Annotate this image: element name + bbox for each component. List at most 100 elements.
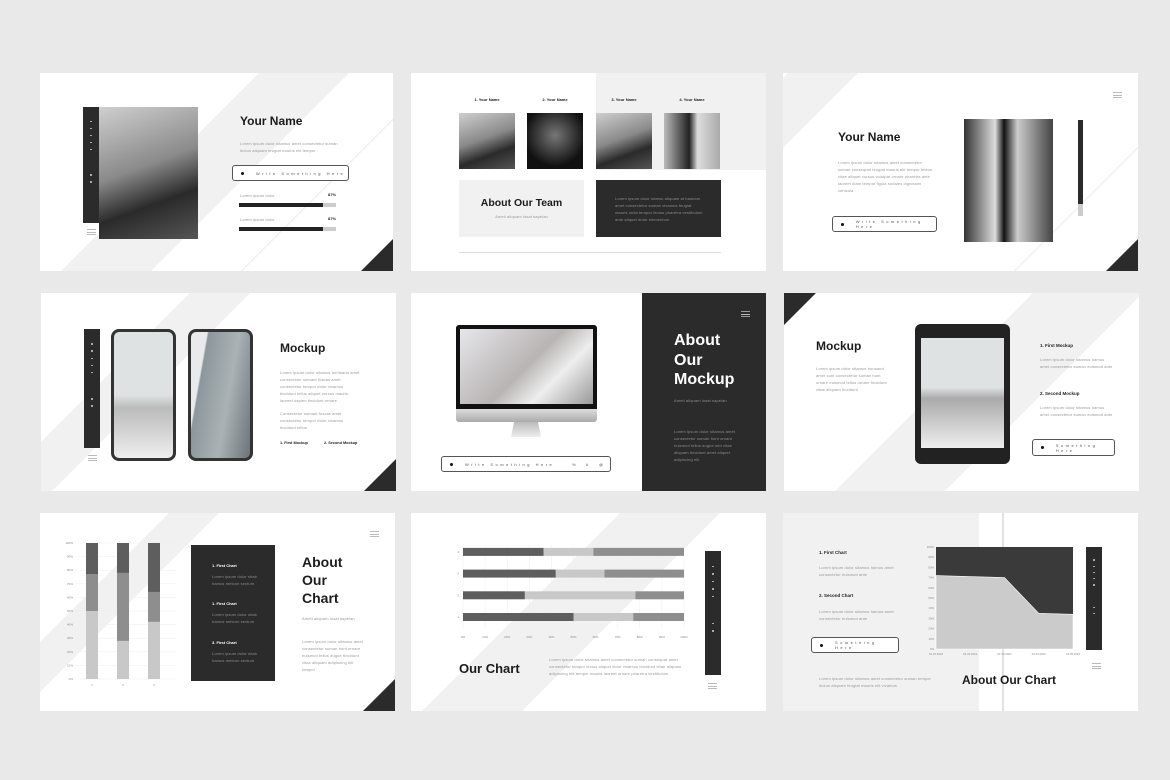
menu-icon[interactable]: [1092, 663, 1101, 669]
vertical-label-bar: [1086, 547, 1102, 650]
x-tick-label: 50%: [570, 635, 576, 639]
y-tick-label: 4: [457, 550, 459, 554]
member-photo: [527, 113, 583, 169]
body-text: Lorem ipsum dolor sitamus hamus amet con…: [819, 609, 894, 621]
y-tick-label: 70%: [67, 582, 73, 586]
y-tick-label: 60%: [928, 586, 934, 590]
menu-icon[interactable]: [87, 229, 96, 235]
write-something-button[interactable]: Write Something Here % # @: [441, 456, 611, 472]
slide-about-our-chart-2[interactable]: 1. First Chart Lorem ipsum dolor sitamus…: [783, 513, 1138, 711]
phone-mockup: [188, 329, 253, 461]
y-tick-label: 0%: [69, 677, 74, 681]
mockup-title: 1. First Mockup: [1040, 343, 1074, 348]
at-icon[interactable]: @: [599, 462, 603, 467]
slide-your-name-2[interactable]: Your Name Lorem ipsum dolor sitamus amet…: [783, 73, 1138, 271]
y-tick-label: 80%: [928, 565, 934, 569]
x-tick-label: 01.05.2022: [1066, 652, 1080, 656]
x-tick-label: 01.02.2022: [963, 652, 977, 656]
bar-segment: [463, 569, 556, 578]
mockup-label: 2. Second Mockup: [324, 441, 358, 445]
chart-item-title: 3. First Chart: [212, 640, 237, 645]
chart-item-title: 1. First Chart: [212, 601, 237, 606]
corner-triangle: [784, 293, 816, 325]
y-tick-label: 100%: [927, 545, 935, 549]
slide-about-our-chart-1[interactable]: 0% 10% 20% 30% 40% 50% 60% 70% 80% 90% 100% 1 2 3 1. …: [40, 513, 395, 711]
y-tick-label: 90%: [928, 555, 934, 559]
menu-icon[interactable]: [88, 455, 97, 461]
bar-segment: [148, 591, 160, 622]
title-line: About: [674, 332, 721, 349]
bar-segment: [86, 543, 98, 575]
body-text: Lorem ipsum dolor sitamu aliquam at hasn…: [615, 196, 703, 222]
x-tick-label: 10%: [482, 635, 488, 639]
slide-title: Our Chart: [459, 661, 520, 676]
portrait-photo: [964, 119, 1053, 242]
x-tick-label: 80%: [637, 635, 643, 639]
write-something-button[interactable]: Write Something Here: [232, 165, 349, 181]
slide-our-chart[interactable]: 0% 10% 20% 30% 40% 50% 60% 70% 80% 90% 100% 1 2 3 4 Ou…: [411, 513, 766, 711]
y-tick-label: 80%: [67, 568, 73, 572]
bar-segment: [117, 572, 129, 641]
slide-title: About Our Team: [480, 197, 563, 209]
bar-segment: [604, 569, 684, 578]
slide-tablet-mockup[interactable]: Mockup Lorem ipsum dolor sitamus hunsand…: [784, 293, 1139, 491]
y-tick-label: 0%: [930, 647, 935, 651]
bar-segment: [86, 611, 98, 679]
slide-about-our-team[interactable]: 1. Your Name 2. Your Name 3. Your Name 4…: [411, 73, 766, 271]
x-tick-label: 1: [91, 683, 93, 687]
slide-phone-mockup[interactable]: Mockup Lorem ipsum dolor sitamus huntsan…: [41, 293, 396, 491]
y-tick-label: 50%: [67, 609, 73, 613]
menu-icon[interactable]: [708, 683, 717, 689]
body-text: Lorem ipsum dolor sitamus hamus amet con…: [1040, 405, 1113, 417]
bar-segment: [633, 613, 684, 621]
bar-segment: [573, 613, 634, 621]
bar-segment: [463, 547, 544, 556]
phone-mockup: [111, 329, 176, 461]
button-label: Something Here: [1055, 442, 1098, 453]
y-tick-label: 10%: [928, 637, 934, 641]
y-tick-label: 10%: [67, 663, 73, 667]
menu-icon[interactable]: [370, 531, 379, 537]
y-tick-label: 70%: [928, 576, 934, 580]
slide-your-name-1[interactable]: Your Name Lorem ipsum dolor sitamus amet…: [40, 73, 393, 271]
x-tick-label: 40%: [548, 635, 554, 639]
write-something-button[interactable]: Write Something Here: [832, 216, 937, 232]
title-line: Our: [674, 351, 703, 369]
body-text: Lorem ipsum dolor sitamus amet consectet…: [819, 676, 931, 688]
title-line: About: [302, 554, 343, 570]
y-tick-label: 60%: [67, 595, 73, 599]
mockup-title: 2. Second Mockup: [1040, 391, 1080, 396]
hash-icon[interactable]: #: [586, 462, 588, 467]
slide-title: Your Name: [838, 130, 901, 144]
button-label: Write Something Here: [465, 461, 555, 467]
title-line: Our: [302, 572, 327, 588]
menu-icon[interactable]: [1113, 92, 1122, 98]
subtitle: Ameti aliquam losat sapelan: [674, 398, 727, 403]
slide-title: About Our Chart: [962, 673, 1056, 687]
chart-item-title: 2. Second Chart: [819, 593, 854, 598]
portrait-photo: [99, 107, 198, 239]
percent-icon[interactable]: %: [572, 462, 576, 467]
body-text: Consectetur sumant fuscas amet consectet…: [280, 411, 344, 430]
y-tick-label: 50%: [928, 596, 934, 600]
member-name: 1. Your Name: [474, 97, 500, 102]
bar-segment: [543, 547, 594, 556]
skill-label: Lorem ipsum dolor: [240, 193, 275, 198]
menu-icon[interactable]: [741, 311, 750, 317]
x-tick-label: 30%: [526, 635, 532, 639]
mockup-label: 1. First Mockup: [280, 441, 308, 445]
subtitle: Ameti aliquam losat sapelan: [495, 214, 548, 219]
x-tick-label: 20%: [504, 635, 510, 639]
something-here-button[interactable]: Something Here: [811, 637, 899, 653]
x-tick-label: 0%: [461, 635, 466, 639]
bar-segment: [148, 621, 160, 679]
skill-bar: [239, 203, 336, 207]
bar-segment: [463, 613, 574, 621]
something-here-button[interactable]: Something Here: [1032, 439, 1115, 456]
chart-item-title: 1. First Chart: [212, 563, 237, 568]
corner-triangle: [363, 679, 395, 711]
slide-about-our-mockup[interactable]: Write Something Here % # @ About Our Moc…: [411, 293, 766, 491]
button-label: Write Something Here: [855, 219, 923, 229]
vertical-label-bar: [84, 329, 100, 448]
subtitle: Ameti aliquam losat sapelan: [302, 616, 355, 621]
